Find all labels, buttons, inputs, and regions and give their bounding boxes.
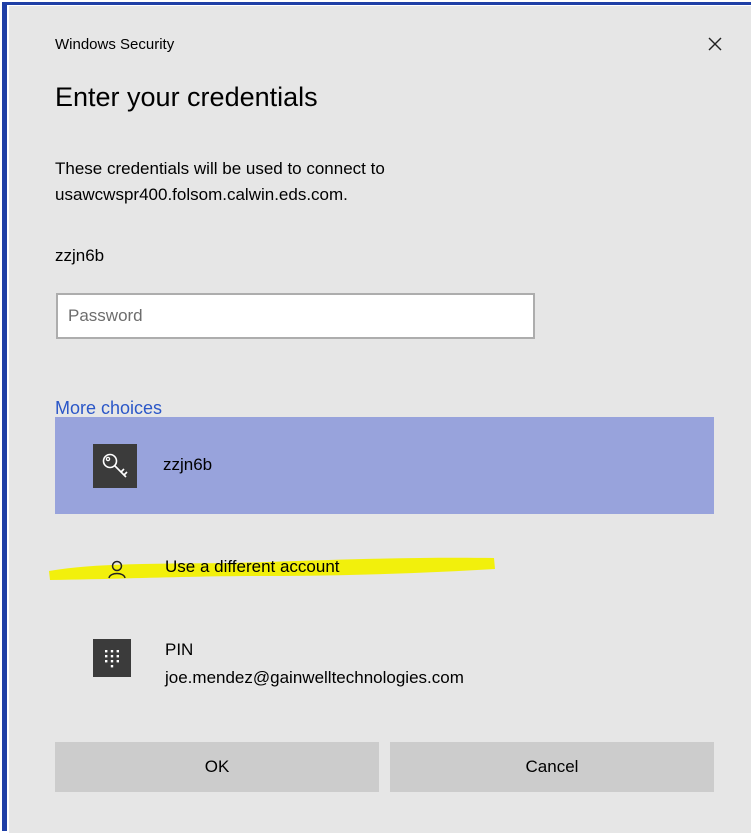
choice-sublabel: joe.mendez@gainwelltechnologies.com	[165, 668, 464, 687]
description-line-2: usawcwspr400.folsom.calwin.eds.com.	[55, 185, 348, 204]
choice-use-different-account[interactable]: Use a different account	[55, 547, 714, 595]
password-input[interactable]	[56, 293, 535, 339]
window-title: Windows Security	[55, 36, 175, 53]
username-label: zzjn6b	[55, 246, 105, 265]
cancel-button[interactable]: Cancel	[390, 742, 714, 792]
close-button[interactable]	[701, 30, 729, 58]
choice-label: PIN	[165, 640, 194, 659]
person-icon	[108, 560, 126, 579]
window-frame-top	[2, 2, 751, 5]
credentials-dialog: Windows Security Enter your credentials …	[9, 6, 751, 833]
choice-label: Use a different account	[165, 557, 340, 576]
choice-label: zzjn6b	[163, 455, 213, 474]
ok-button[interactable]: OK	[55, 742, 379, 792]
window-frame-left	[2, 2, 7, 831]
dialog-heading: Enter your credentials	[55, 82, 318, 112]
close-icon	[708, 37, 722, 51]
key-icon	[93, 444, 137, 488]
choice-pin[interactable]: PIN joe.mendez@gainwelltechnologies.com	[55, 624, 714, 702]
keypad-icon	[93, 639, 131, 677]
more-choices-link[interactable]: More choices	[55, 398, 162, 419]
choice-saved-account[interactable]: zzjn6b	[55, 417, 714, 514]
dialog-description: These credentials will be used to connec…	[55, 156, 675, 208]
description-line-1: These credentials will be used to connec…	[55, 159, 385, 178]
